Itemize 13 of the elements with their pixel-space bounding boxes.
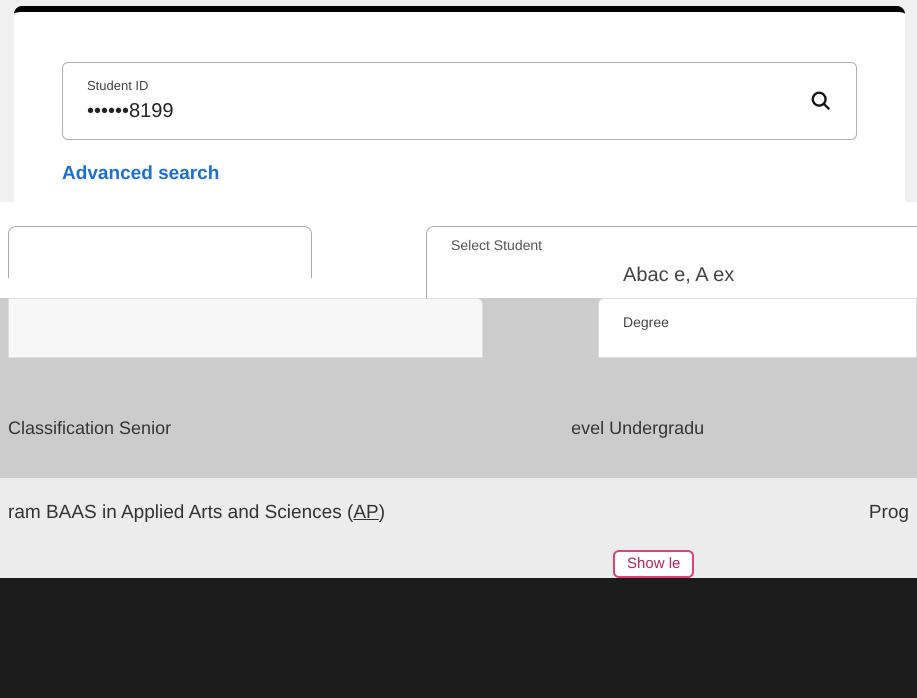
field-value: ••••••8199 <box>87 98 174 124</box>
student-name: Abac e, A ex <box>622 263 736 288</box>
search-icon[interactable] <box>810 90 832 112</box>
program-label: Prog <box>868 500 909 525</box>
field-label: Select Student <box>451 236 544 255</box>
field-label: Student ID <box>87 77 150 96</box>
detail-text: Classification Senior <box>8 416 172 440</box>
student-id-field[interactable]: Student ID ••••••8199 <box>62 62 857 140</box>
show-less-button[interactable]: Show le <box>613 550 694 578</box>
detail-text: evel Undergradu <box>571 416 704 440</box>
advanced-search-link[interactable]: Advanced search <box>62 163 220 184</box>
degree-label: Degree <box>623 314 669 330</box>
program-text: ram BAAS in Applied Arts and Sciences (AP) <box>8 500 386 525</box>
